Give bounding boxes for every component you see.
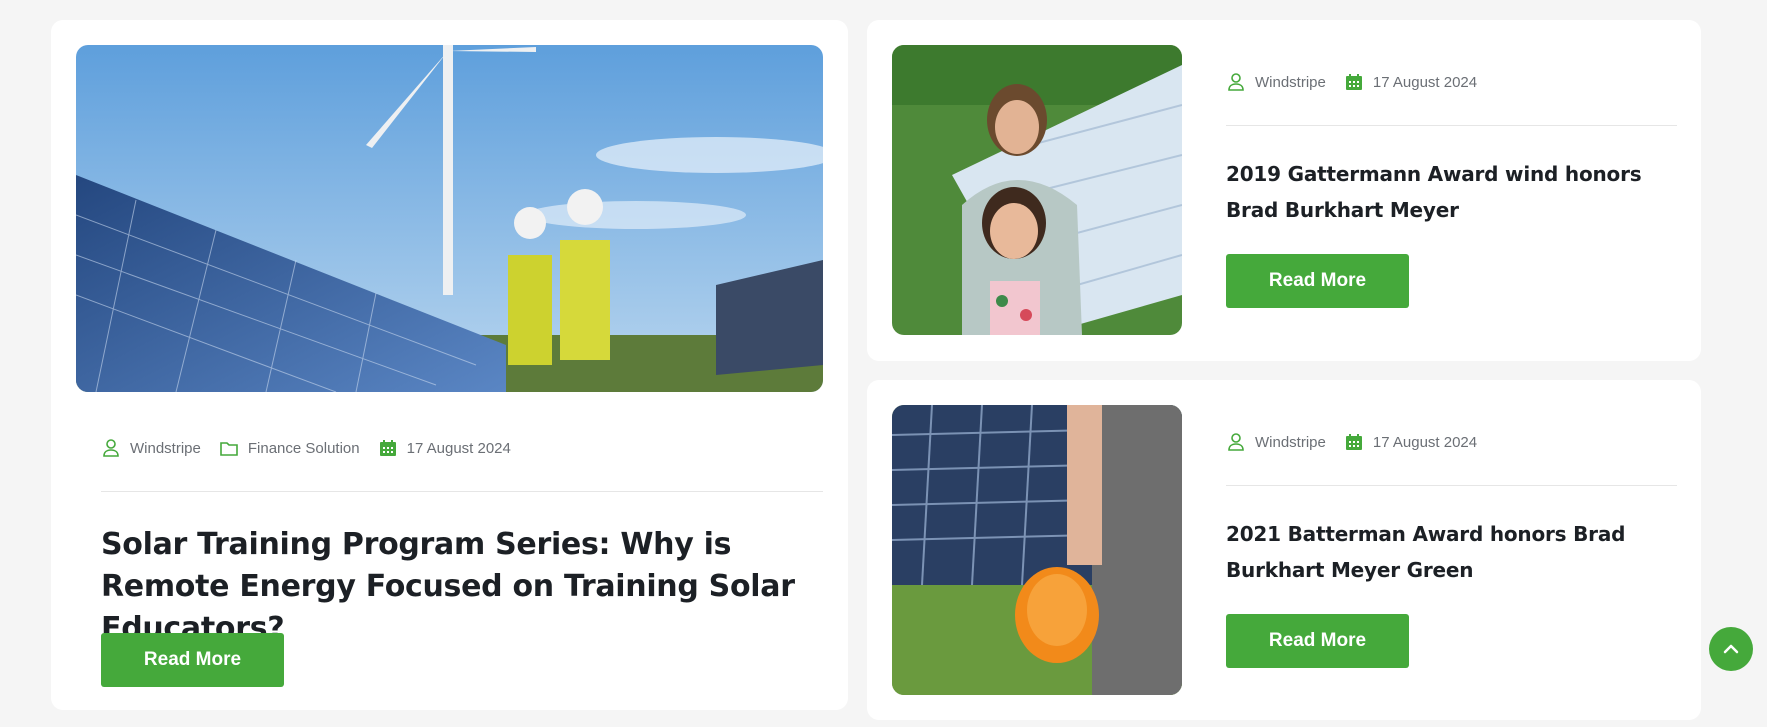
user-icon: [1228, 433, 1244, 451]
meta-author[interactable]: Windstripe: [1226, 72, 1326, 92]
author-name: Windstripe: [1255, 73, 1326, 91]
post-date: 17 August 2024: [406, 439, 511, 457]
read-more-button[interactable]: Read More: [1226, 254, 1409, 308]
featured-post-image[interactable]: [76, 45, 823, 392]
read-more-button[interactable]: Read More: [101, 633, 284, 687]
meta-date: 17 August 2024: [1344, 432, 1477, 452]
calendar-icon: [379, 440, 396, 456]
post-date: 17 August 2024: [1372, 433, 1478, 451]
post-meta: Windstripe 17 August 2024: [1226, 72, 1495, 92]
user-icon: [1228, 73, 1244, 91]
meta-divider: [1226, 485, 1677, 486]
scroll-to-top-button[interactable]: [1709, 627, 1753, 671]
post-title[interactable]: 2021 Batterman Award honors Brad Burkhar…: [1226, 516, 1676, 588]
meta-category[interactable]: Finance Solution: [219, 438, 360, 458]
chevron-up-icon: [1723, 644, 1739, 654]
meta-author[interactable]: Windstripe: [1226, 432, 1326, 452]
author-name: Windstripe: [1255, 433, 1326, 451]
meta-divider: [101, 491, 823, 492]
post-card: Windstripe 17 August 2024 2021 Batterman…: [867, 380, 1701, 720]
folder-icon: [220, 442, 238, 456]
category-name: Finance Solution: [247, 439, 360, 457]
featured-post-card: Windstripe Finance Solution 17 August 20…: [51, 20, 848, 710]
post-image[interactable]: [892, 45, 1182, 335]
author-name: Windstripe: [130, 439, 201, 457]
meta-divider: [1226, 125, 1677, 126]
post-date: 17 August 2024: [1372, 73, 1478, 91]
featured-post-meta: Windstripe Finance Solution 17 August 20…: [101, 438, 529, 458]
user-icon: [103, 439, 119, 457]
meta-author[interactable]: Windstripe: [101, 438, 201, 458]
post-card: Windstripe 17 August 2024 2019 Gatterman…: [867, 20, 1701, 361]
post-meta: Windstripe 17 August 2024: [1226, 432, 1495, 452]
post-title[interactable]: 2019 Gattermann Award wind honors Brad B…: [1226, 156, 1676, 228]
meta-date: 17 August 2024: [378, 438, 511, 458]
calendar-icon: [1345, 74, 1362, 90]
meta-date: 17 August 2024: [1344, 72, 1477, 92]
featured-post-title[interactable]: Solar Training Program Series: Why is Re…: [101, 524, 801, 650]
calendar-icon: [1345, 434, 1362, 450]
read-more-button[interactable]: Read More: [1226, 614, 1409, 668]
post-image[interactable]: [892, 405, 1182, 695]
